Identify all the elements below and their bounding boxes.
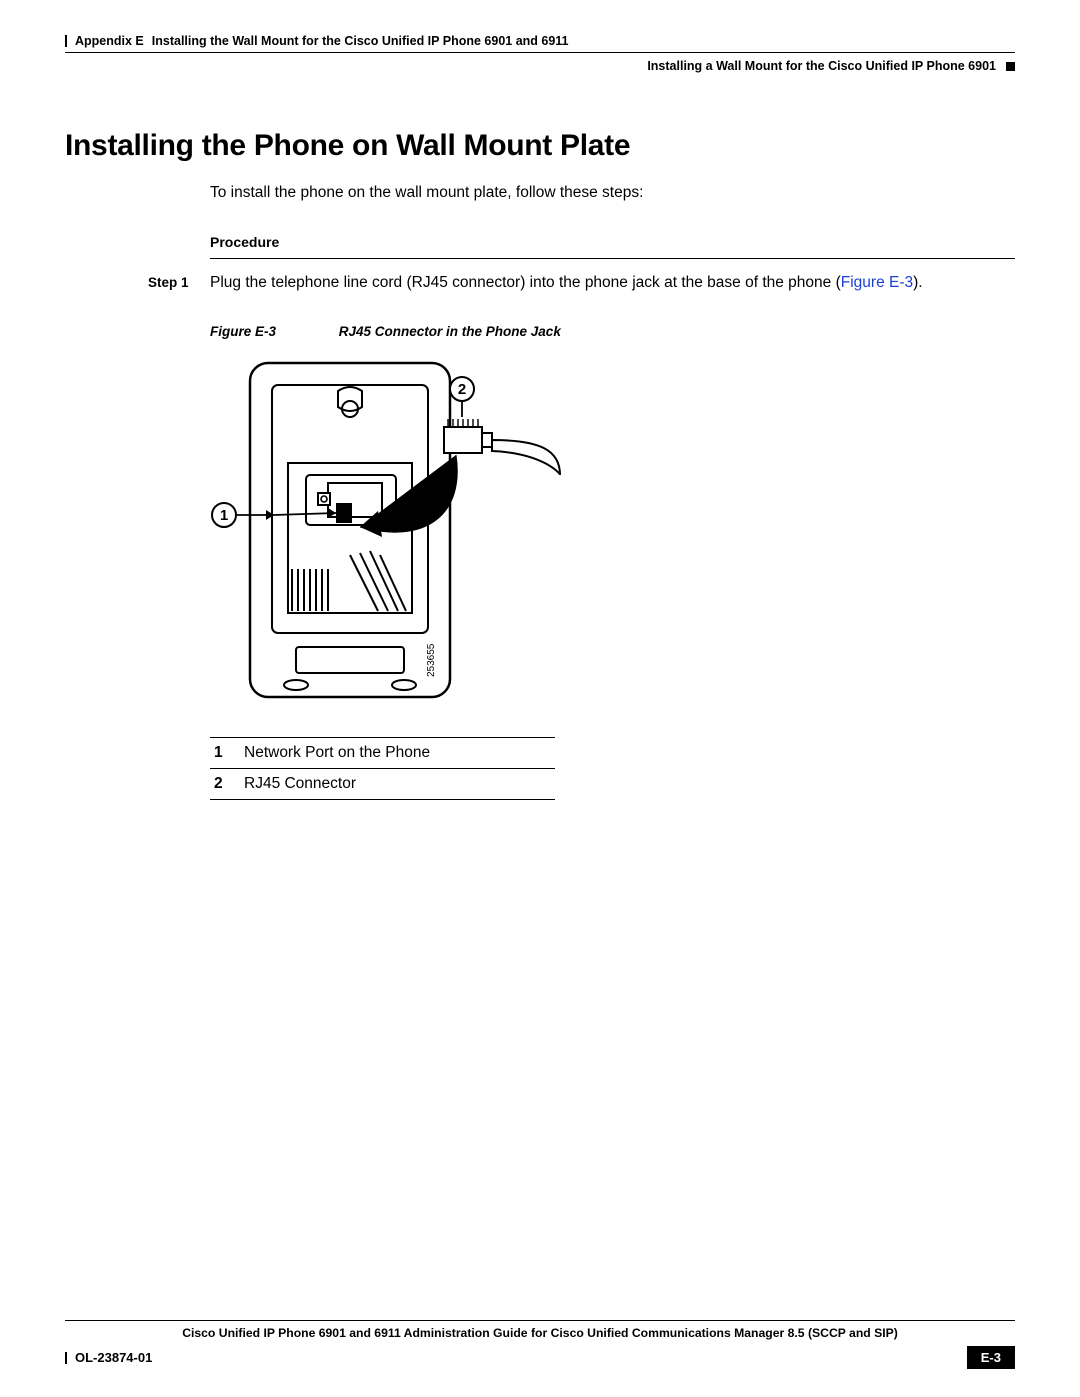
page-number-badge: E-3 <box>967 1346 1015 1369</box>
legend-num: 2 <box>210 768 240 799</box>
table-row: 1 Network Port on the Phone <box>210 737 555 768</box>
footer-tick-icon <box>65 1352 67 1364</box>
section-title: Installing a Wall Mount for the Cisco Un… <box>647 59 996 73</box>
figure-image-number: 253655 <box>426 643 437 677</box>
running-header-section: Installing a Wall Mount for the Cisco Un… <box>65 53 1015 79</box>
callout-2-number: 2 <box>458 381 466 398</box>
running-header-top: Appendix E Installing the Wall Mount for… <box>65 30 1015 52</box>
rj45-diagram: 1 2 253655 <box>210 355 570 710</box>
step-label: Step 1 <box>65 275 210 290</box>
figure-e3: 1 2 253655 <box>210 355 1015 715</box>
figure-title: RJ45 Connector in the Phone Jack <box>339 324 561 339</box>
step-text: Plug the telephone line cord (RJ45 conne… <box>210 273 1015 294</box>
chapter-title: Installing the Wall Mount for the Cisco … <box>152 34 569 48</box>
footer-guide-title: Cisco Unified IP Phone 6901 and 6911 Adm… <box>65 1326 1015 1340</box>
intro-text: To install the phone on the wall mount p… <box>210 183 1015 204</box>
legend-desc: RJ45 Connector <box>240 768 555 799</box>
legend-desc: Network Port on the Phone <box>240 737 555 768</box>
step-row: Step 1 Plug the telephone line cord (RJ4… <box>65 273 1015 294</box>
appendix-label: Appendix E <box>75 34 144 48</box>
page-heading: Installing the Phone on Wall Mount Plate <box>65 129 1015 163</box>
legend-num: 1 <box>210 737 240 768</box>
procedure-rule <box>210 258 1015 259</box>
step-text-after: ). <box>913 274 922 291</box>
page-footer: Cisco Unified IP Phone 6901 and 6911 Adm… <box>65 1320 1015 1369</box>
figure-legend-table: 1 Network Port on the Phone 2 RJ45 Conne… <box>210 737 555 800</box>
figure-xref[interactable]: Figure E-3 <box>841 274 913 291</box>
header-tick-icon <box>65 35 67 47</box>
footer-doc-number: OL-23874-01 <box>75 1350 152 1365</box>
figure-caption: Figure E-3 RJ45 Connector in the Phone J… <box>210 324 1015 339</box>
rj45-connector-icon <box>444 419 560 475</box>
table-row: 2 RJ45 Connector <box>210 768 555 799</box>
procedure-label: Procedure <box>210 234 1015 250</box>
callout-1-number: 1 <box>220 507 228 524</box>
step-text-before: Plug the telephone line cord (RJ45 conne… <box>210 274 841 291</box>
figure-label: Figure E-3 <box>210 324 335 339</box>
section-marker-icon <box>1006 62 1015 71</box>
